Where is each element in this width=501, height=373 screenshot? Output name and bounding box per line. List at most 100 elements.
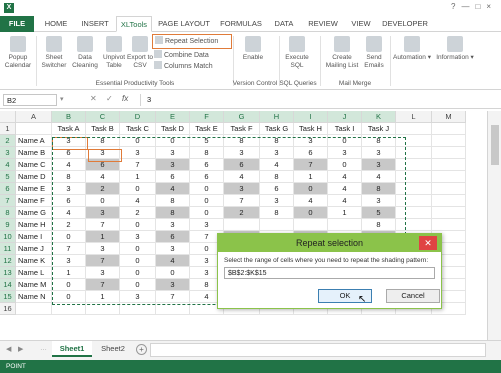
row-header[interactable]: 6 (0, 183, 16, 195)
tab-review[interactable]: REVIEW (303, 16, 343, 32)
scrollbar-thumb[interactable] (491, 125, 499, 165)
create-mailing-list-button[interactable]: Create Mailing List (324, 36, 360, 70)
task-header-cell[interactable]: Task I (328, 123, 362, 135)
task-header-cell[interactable]: Task G (260, 123, 294, 135)
confirm-formula-icon[interactable]: ✓ (106, 94, 113, 103)
row-header[interactable]: 12 (0, 255, 16, 267)
unpivot-table-button[interactable]: Unpivot Table (101, 36, 127, 70)
cancel-formula-icon[interactable]: ✕ (90, 94, 97, 103)
vertical-scrollbar[interactable] (487, 111, 501, 340)
row-header[interactable]: 9 (0, 219, 16, 231)
column-header[interactable]: A (16, 111, 52, 123)
sheet-switcher-button[interactable]: Sheet Switcher (38, 36, 70, 70)
select-all-corner[interactable] (0, 111, 16, 123)
help-icon[interactable]: ? (451, 2, 461, 11)
horizontal-scrollbar[interactable] (150, 343, 486, 357)
tab-home[interactable]: HOME (40, 16, 72, 32)
column-header[interactable]: C (86, 111, 120, 123)
name-cell[interactable]: Name G (16, 207, 52, 219)
column-header[interactable]: L (396, 111, 432, 123)
row-header[interactable]: 7 (0, 195, 16, 207)
sheet-tab-sheet2[interactable]: Sheet2 (94, 341, 132, 357)
tab-view[interactable]: VIEW (347, 16, 375, 32)
repeat-selection-button[interactable]: Repeat Selection (152, 34, 232, 49)
row-header[interactable]: 16 (0, 303, 16, 315)
cell[interactable] (432, 135, 466, 147)
name-cell[interactable]: Name E (16, 183, 52, 195)
minimize-icon[interactable]: — (461, 2, 475, 11)
row-header[interactable]: 15 (0, 291, 16, 303)
sheet-tab-sheet1[interactable]: Sheet1 (52, 341, 92, 357)
task-header-cell[interactable]: Task J (362, 123, 396, 135)
name-box[interactable]: B2 (3, 94, 57, 106)
name-cell[interactable]: Name N (16, 291, 52, 303)
sheet-nav-next-icon[interactable]: ▶ (18, 345, 23, 353)
name-cell[interactable]: Name M (16, 279, 52, 291)
enable-button[interactable]: Enable (238, 36, 268, 62)
task-header-cell[interactable]: Task A (52, 123, 86, 135)
tab-file[interactable]: FILE (0, 16, 34, 32)
row-header[interactable]: 10 (0, 231, 16, 243)
formula-input[interactable]: 3 (140, 94, 498, 106)
column-header[interactable]: H (260, 111, 294, 123)
task-header-cell[interactable] (16, 123, 52, 135)
popup-calendar-button[interactable]: Popup Calendar (2, 36, 34, 70)
tab-insert[interactable]: INSERT (76, 16, 114, 32)
row-header[interactable]: 1 (0, 123, 16, 135)
row-header[interactable]: 4 (0, 159, 16, 171)
column-header[interactable]: F (190, 111, 224, 123)
range-input[interactable]: $B$2:$K$15 (224, 267, 435, 279)
cell[interactable] (432, 207, 466, 219)
execute-sql-button[interactable]: Execute SQL (282, 36, 312, 70)
row-header[interactable]: 14 (0, 279, 16, 291)
task-header-cell[interactable]: Task E (190, 123, 224, 135)
column-header[interactable]: B (52, 111, 86, 123)
combine-data-button[interactable]: Combine Data (154, 50, 209, 61)
cell[interactable] (432, 147, 466, 159)
row-header[interactable]: 2 (0, 135, 16, 147)
column-header[interactable]: D (120, 111, 156, 123)
tab-data[interactable]: DATA (270, 16, 298, 32)
column-header[interactable]: K (362, 111, 396, 123)
dialog-close-icon[interactable]: ✕ (419, 236, 437, 250)
name-cell[interactable]: Name L (16, 267, 52, 279)
row-header[interactable]: 5 (0, 171, 16, 183)
row-header[interactable]: 11 (0, 243, 16, 255)
name-cell[interactable]: Name A (16, 135, 52, 147)
send-emails-button[interactable]: Send Emails (360, 36, 388, 70)
insert-function-icon[interactable]: fx (122, 94, 128, 103)
cell[interactable] (16, 303, 52, 315)
name-cell[interactable]: Name C (16, 159, 52, 171)
task-header-cell[interactable]: Task H (294, 123, 328, 135)
tab-page-layout[interactable]: PAGE LAYOUT (155, 16, 213, 32)
add-sheet-button[interactable]: + (136, 344, 147, 355)
cancel-button[interactable]: Cancel (386, 289, 440, 303)
row-header[interactable]: 13 (0, 267, 16, 279)
column-header[interactable]: G (224, 111, 260, 123)
export-csv-button[interactable]: Export to CSV (127, 36, 153, 70)
columns-match-button[interactable]: Columns Match (154, 61, 213, 72)
column-header[interactable]: J (328, 111, 362, 123)
column-header[interactable]: E (156, 111, 190, 123)
tab-developer[interactable]: DEVELOPER (379, 16, 431, 32)
sheet-nav-prev-icon[interactable]: ◀ (6, 345, 11, 353)
cell[interactable] (432, 159, 466, 171)
cell[interactable] (432, 219, 466, 231)
tab-xltools[interactable]: XLTools (116, 16, 152, 32)
data-cleaning-button[interactable]: Data Cleaning (70, 36, 100, 70)
information-button[interactable]: Information ▾ (434, 36, 476, 62)
task-header-cell[interactable]: Task C (120, 123, 156, 135)
row-header[interactable]: 8 (0, 207, 16, 219)
name-cell[interactable]: Name B (16, 147, 52, 159)
task-header-cell[interactable]: Task F (224, 123, 260, 135)
name-cell[interactable]: Name H (16, 219, 52, 231)
name-cell[interactable]: Name F (16, 195, 52, 207)
name-cell[interactable]: Name J (16, 243, 52, 255)
row-header[interactable]: 3 (0, 147, 16, 159)
name-cell[interactable]: Name D (16, 171, 52, 183)
column-header[interactable]: M (432, 111, 466, 123)
tab-formulas[interactable]: FORMULAS (216, 16, 266, 32)
cell[interactable] (432, 195, 466, 207)
window-controls[interactable]: ?—□× (451, 2, 497, 11)
cell[interactable] (432, 123, 466, 135)
